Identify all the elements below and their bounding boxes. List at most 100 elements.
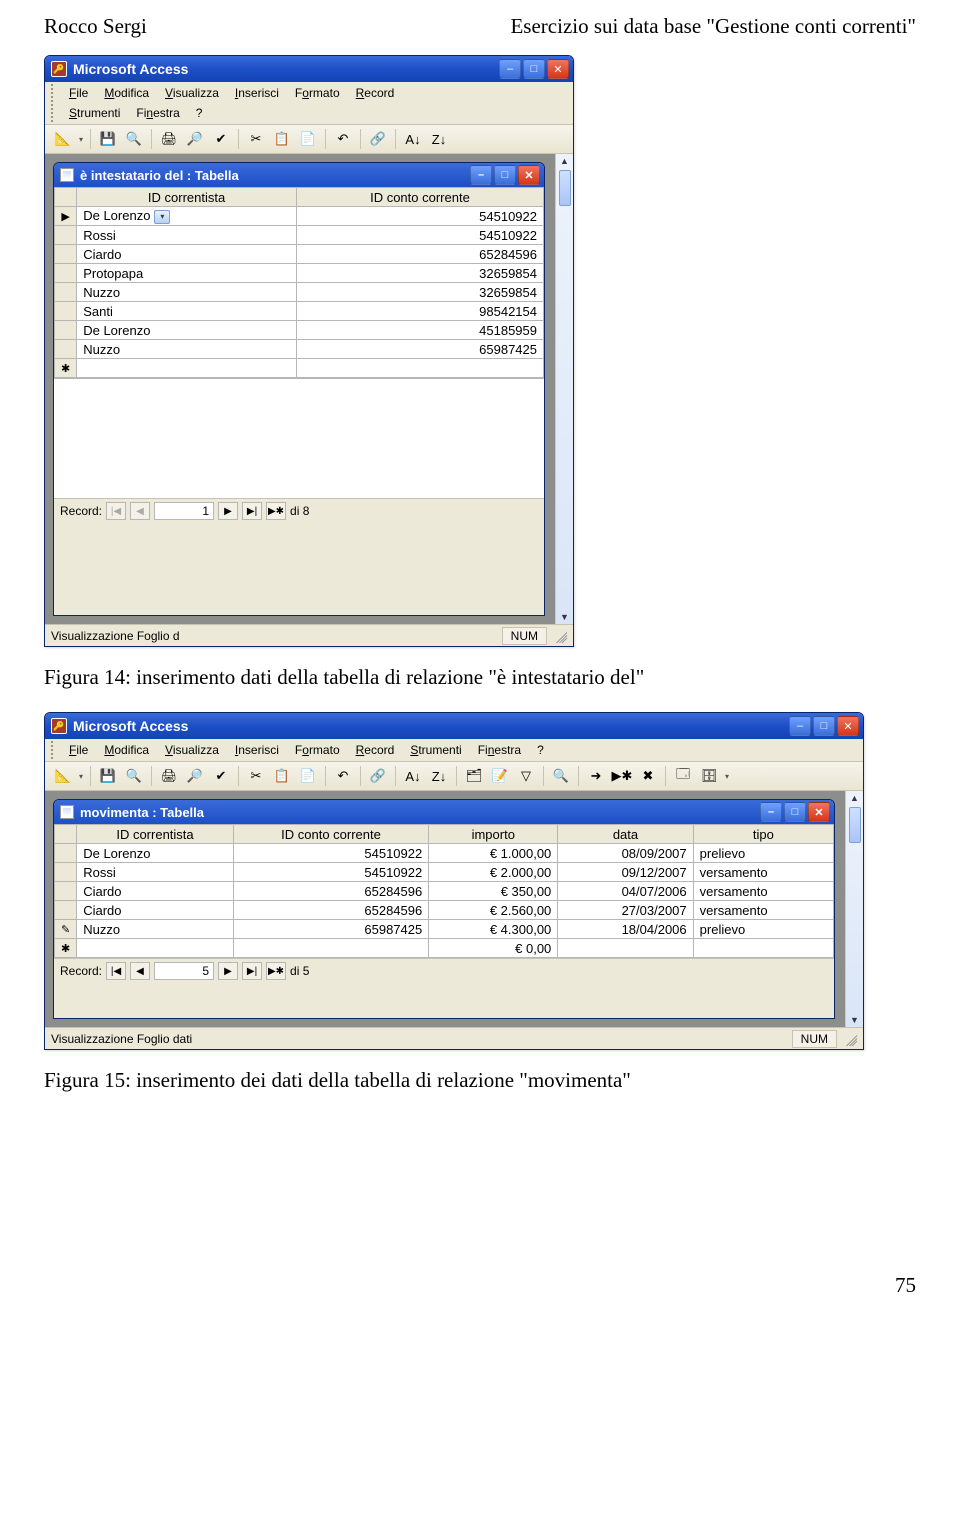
table-row[interactable]: Nuzzo32659854	[55, 283, 544, 302]
cell-conto[interactable]: 32659854	[296, 264, 543, 283]
row-selector[interactable]: ✱	[55, 359, 77, 378]
menu-modifica[interactable]: Modifica	[96, 741, 157, 759]
cell-tipo[interactable]: versamento	[693, 863, 833, 882]
cell-importo[interactable]: € 0,00	[429, 939, 558, 958]
table-row[interactable]: Ciardo65284596	[55, 245, 544, 264]
dropdown-arrow-icon[interactable]: ▾	[154, 210, 170, 224]
col-header[interactable]: data	[558, 825, 693, 844]
cell-conto[interactable]: 65987425	[233, 920, 428, 939]
menu-strumenti[interactable]: Strumenti	[402, 741, 469, 759]
cell-tipo[interactable]	[693, 939, 833, 958]
cell-correntista[interactable]: De Lorenzo	[77, 844, 234, 863]
copy-button[interactable]: 📋	[270, 765, 294, 787]
cell-correntista[interactable]: Ciardo	[77, 245, 297, 264]
toggle-filter-button[interactable]: ▽	[514, 765, 538, 787]
titlebar[interactable]: Microsoft Access – □ ✕	[45, 713, 863, 739]
row-selector[interactable]	[55, 302, 77, 321]
cell-importo[interactable]: € 1.000,00	[429, 844, 558, 863]
vertical-scrollbar[interactable]: ▲ ▼	[845, 791, 863, 1027]
spellcheck-button[interactable]: ✔	[209, 765, 233, 787]
cell-conto[interactable]: 45185959	[296, 321, 543, 340]
link-button[interactable]: 🔗	[366, 128, 390, 150]
cell-correntista[interactable]: Nuzzo	[77, 340, 297, 359]
scroll-thumb[interactable]	[559, 170, 571, 206]
delete-record-button[interactable]: ✖	[636, 765, 660, 787]
menu-formato[interactable]: Formato	[287, 741, 348, 759]
cell-conto[interactable]: 98542154	[296, 302, 543, 321]
cell-importo[interactable]: € 4.300,00	[429, 920, 558, 939]
table-row[interactable]: Ciardo65284596€ 350,0004/07/2006versamen…	[55, 882, 834, 901]
menu-visualizza[interactable]: Visualizza	[157, 84, 227, 102]
maximize-button[interactable]: □	[523, 59, 545, 79]
inner-maximize-button[interactable]: □	[494, 165, 516, 185]
table-row[interactable]: Rossi54510922€ 2.000,0009/12/2007versame…	[55, 863, 834, 882]
row-selector[interactable]: ✎	[55, 920, 77, 939]
scroll-thumb[interactable]	[849, 807, 861, 843]
cell-correntista[interactable]: Nuzzo	[77, 283, 297, 302]
table-row[interactable]: Santi98542154	[55, 302, 544, 321]
window-button[interactable]: 🗔	[671, 765, 695, 787]
print-button[interactable]: 🖨	[157, 128, 181, 150]
cell-tipo[interactable]: versamento	[693, 882, 833, 901]
data-table-1[interactable]: ID correntista ID conto corrente ▶De Lor…	[54, 187, 544, 378]
cell-correntista[interactable]: Santi	[77, 302, 297, 321]
cell-correntista[interactable]: Rossi	[77, 226, 297, 245]
col-header[interactable]: ID correntista	[77, 825, 234, 844]
nav-last-button[interactable]: ▶|	[242, 502, 262, 520]
menu-finestra[interactable]: Finestra	[128, 104, 187, 122]
menu-visualizza[interactable]: Visualizza	[157, 741, 227, 759]
nav-prev-button[interactable]: ◀	[130, 502, 150, 520]
copy-button[interactable]: 📋	[270, 128, 294, 150]
nav-last-button[interactable]: ▶|	[242, 962, 262, 980]
db-button[interactable]: 🗄	[697, 765, 721, 787]
table-row[interactable]: Nuzzo65987425	[55, 340, 544, 359]
close-button[interactable]: ✕	[547, 59, 569, 79]
scroll-up-icon[interactable]: ▲	[846, 791, 863, 805]
scroll-down-icon[interactable]: ▼	[556, 610, 573, 624]
inner-titlebar[interactable]: movimenta : Tabella – □ ✕	[54, 800, 834, 824]
maximize-button[interactable]: □	[813, 716, 835, 736]
scroll-down-icon[interactable]: ▼	[846, 1013, 863, 1027]
inner-close-button[interactable]: ✕	[808, 802, 830, 822]
paste-button[interactable]: 📄	[296, 765, 320, 787]
spellcheck-button[interactable]: ✔	[209, 128, 233, 150]
table-row[interactable]: Protopapa32659854	[55, 264, 544, 283]
cell-conto[interactable]: 54510922	[296, 207, 543, 226]
sort-desc-button[interactable]: Z↓	[427, 128, 451, 150]
col-header[interactable]: ID correntista	[77, 188, 297, 207]
cell-conto[interactable]: 65987425	[296, 340, 543, 359]
row-selector[interactable]	[55, 245, 77, 264]
cell-correntista[interactable]: De Lorenzo▾	[77, 207, 297, 226]
cell-conto[interactable]: 54510922	[233, 863, 428, 882]
menu-file[interactable]: File	[61, 84, 96, 102]
search-button[interactable]: 🔍	[122, 765, 146, 787]
cell-conto[interactable]: 32659854	[296, 283, 543, 302]
cell-conto[interactable]: 65284596	[296, 245, 543, 264]
cell-tipo[interactable]: versamento	[693, 901, 833, 920]
menu-modifica[interactable]: Modifica	[96, 84, 157, 102]
nav-first-button[interactable]: |◀	[106, 502, 126, 520]
cell-conto[interactable]: 54510922	[296, 226, 543, 245]
filter-selection-button[interactable]: 🗂	[462, 765, 486, 787]
row-selector[interactable]	[55, 882, 77, 901]
print-button[interactable]: 🖨	[157, 765, 181, 787]
cell-data[interactable]: 08/09/2007	[558, 844, 693, 863]
selector-header[interactable]	[55, 825, 77, 844]
sort-asc-button[interactable]: A↓	[401, 765, 425, 787]
menu-inserisci[interactable]: Inserisci	[227, 741, 287, 759]
goto-button[interactable]: ➜	[584, 765, 608, 787]
inner-maximize-button[interactable]: □	[784, 802, 806, 822]
cell-data[interactable]: 04/07/2006	[558, 882, 693, 901]
cell-correntista[interactable]: Ciardo	[77, 882, 234, 901]
preview-button[interactable]: 🔎	[183, 765, 207, 787]
close-button[interactable]: ✕	[837, 716, 859, 736]
data-table-2[interactable]: ID correntista ID conto corrente importo…	[54, 824, 834, 958]
menu-help[interactable]: ?	[529, 741, 552, 759]
inner-minimize-button[interactable]: –	[760, 802, 782, 822]
table-row[interactable]: Rossi54510922	[55, 226, 544, 245]
cell-correntista[interactable]: Nuzzo	[77, 920, 234, 939]
row-selector[interactable]: ✱	[55, 939, 77, 958]
nav-new-button[interactable]: ▶✱	[266, 962, 286, 980]
row-selector[interactable]	[55, 283, 77, 302]
nav-next-button[interactable]: ▶	[218, 502, 238, 520]
